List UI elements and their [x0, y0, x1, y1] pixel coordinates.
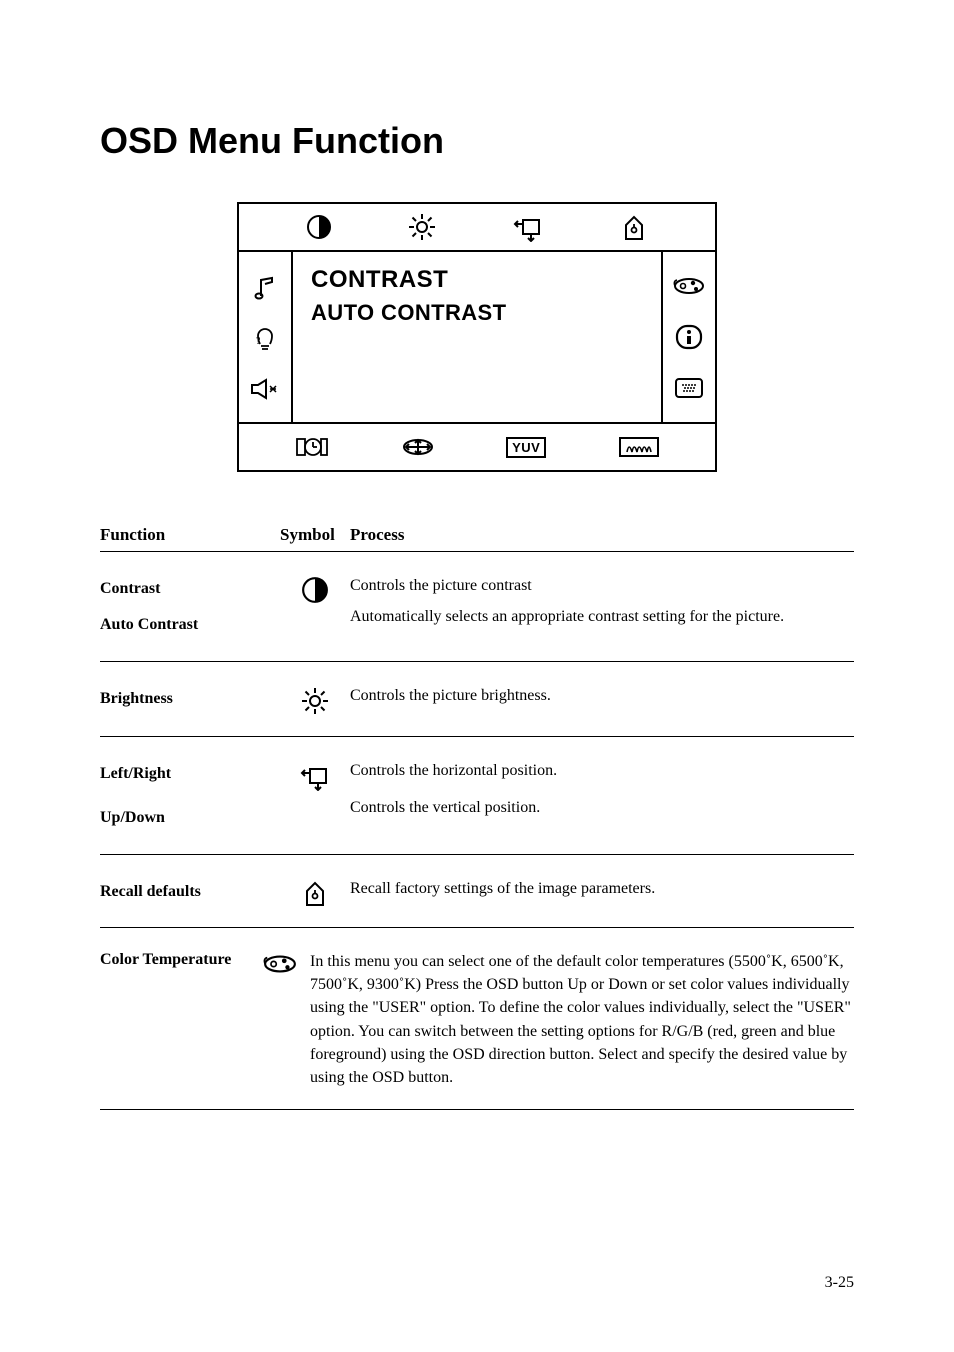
process-text: Controls the vertical position.	[350, 796, 854, 819]
process-text: In this menu you can select one of the d…	[310, 950, 854, 1089]
process-text: Controls the picture contrast	[350, 574, 854, 597]
osd-diagram: ? CONTRAST AUTO CONTRAST	[237, 202, 717, 472]
position-icon	[511, 212, 545, 242]
table-row: Left/Right Up/Down Controls the horizont…	[100, 737, 854, 855]
position-icon	[298, 761, 332, 791]
function-label: Up/Down	[100, 803, 280, 833]
process-text: Automatically selects an appropriate con…	[350, 605, 854, 628]
contrast-icon	[306, 214, 332, 240]
color-temp-icon	[673, 275, 705, 297]
dotted-box-icon	[674, 377, 704, 399]
function-label: Color Temperature	[100, 950, 231, 969]
recall-icon	[620, 213, 648, 241]
osd-heading: CONTRAST	[311, 266, 653, 294]
function-label: Contrast	[100, 574, 280, 604]
function-label: Auto Contrast	[100, 610, 280, 640]
lightbulb-icon: ?	[253, 326, 277, 354]
table-row: Contrast Auto Contrast Controls the pict…	[100, 552, 854, 662]
recall-icon	[301, 879, 329, 907]
header-function: Function	[100, 525, 280, 545]
svg-text:?: ?	[256, 336, 261, 347]
page-number: 3-25	[825, 1274, 854, 1292]
info-icon	[675, 324, 703, 350]
function-label: Recall defaults	[100, 877, 280, 907]
wave-icon	[619, 437, 659, 457]
yuv-label: YUV	[506, 437, 546, 458]
color-temp-icon	[263, 952, 297, 976]
page-title: OSD Menu Function	[100, 120, 854, 162]
brightness-icon	[407, 212, 437, 242]
table-row: Brightness Controls the picture brightne…	[100, 662, 854, 737]
speaker-mute-icon	[250, 378, 280, 400]
header-process: Process	[350, 525, 854, 545]
brightness-icon	[300, 686, 330, 716]
process-text: Controls the picture brightness.	[350, 684, 854, 707]
table-row: Recall defaults Recall factory settings …	[100, 855, 854, 928]
osd-subheading: AUTO CONTRAST	[311, 300, 653, 326]
move-icon	[402, 435, 434, 459]
header-symbol: Symbol	[280, 525, 350, 545]
function-label: Brightness	[100, 684, 280, 714]
table-row: Color Temperature In this menu you can s…	[100, 928, 854, 1110]
osd-function-table: Function Symbol Process Contrast Auto Co…	[100, 517, 854, 1110]
clock-icon	[295, 435, 329, 459]
music-note-icon	[252, 274, 278, 302]
contrast-icon	[301, 576, 329, 604]
process-text: Recall factory settings of the image par…	[350, 877, 854, 900]
process-text: Controls the horizontal position.	[350, 759, 854, 782]
function-label: Left/Right	[100, 759, 280, 789]
